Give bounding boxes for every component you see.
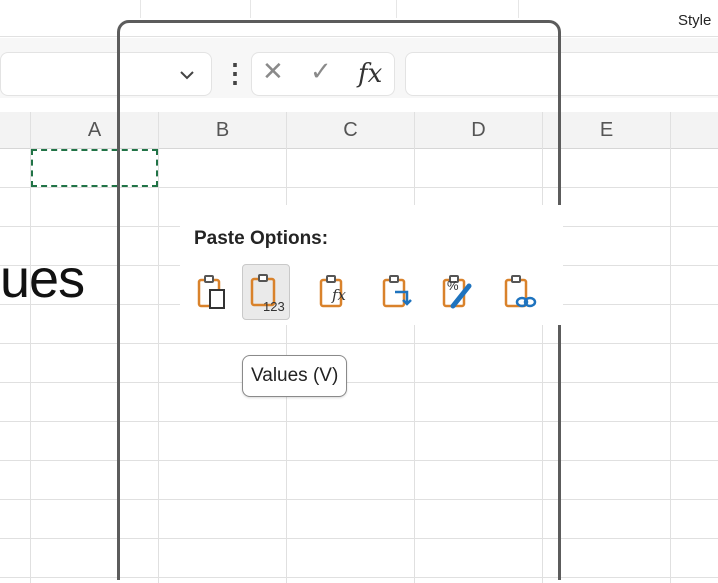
grid-line <box>0 538 718 539</box>
column-header-d[interactable]: D <box>415 112 542 148</box>
cancel-icon[interactable]: ✕ <box>262 57 284 87</box>
grid-line <box>0 577 718 578</box>
grid-line <box>0 421 718 422</box>
ribbon-separator <box>396 0 397 18</box>
ribbon-separator <box>518 0 519 18</box>
column-header-c[interactable]: C <box>287 112 414 148</box>
insert-function-icon[interactable]: fx <box>358 59 382 89</box>
grid-line <box>158 112 159 583</box>
paste-link-button[interactable] <box>495 264 543 320</box>
transpose-icon <box>382 275 412 308</box>
chevron-down-icon[interactable] <box>177 65 197 85</box>
formatting-label: % <box>447 278 459 293</box>
paste-options-title: Paste Options: <box>194 228 329 249</box>
ribbon-separator <box>140 0 141 18</box>
formulas-label: fx <box>332 286 347 304</box>
grid-line <box>0 499 718 500</box>
paste-values-button[interactable]: 123 <box>242 264 290 320</box>
formula-input[interactable] <box>405 52 718 96</box>
paste-formulas-button[interactable]: fx <box>310 264 358 320</box>
values-label: 123 <box>263 299 285 314</box>
link-icon <box>504 275 537 308</box>
name-box[interactable] <box>0 52 212 96</box>
column-header-b[interactable]: B <box>159 112 286 148</box>
cell-text: ues <box>0 249 85 309</box>
paste-icon <box>197 275 225 309</box>
more-options-icon[interactable]: ⋮ <box>222 58 248 89</box>
grid-line <box>0 187 718 188</box>
ribbon-separator <box>250 0 251 18</box>
formula-buttons: ✕ ✓ fx <box>251 52 395 96</box>
grid-line <box>542 112 543 583</box>
grid-line <box>0 460 718 461</box>
copied-cell-marquee[interactable] <box>31 149 158 187</box>
paste-options-menu: Paste Options: 123 fx % <box>181 206 562 324</box>
paste-formatting-button[interactable]: % <box>433 264 481 320</box>
enter-icon[interactable]: ✓ <box>310 57 332 87</box>
ribbon-area: Style <box>0 0 718 37</box>
tooltip: Values (V) <box>242 355 348 397</box>
column-header-a[interactable]: A <box>31 112 158 148</box>
column-header-e[interactable]: E <box>543 112 670 148</box>
paste-transpose-button[interactable] <box>373 264 421 320</box>
grid-line <box>0 343 718 344</box>
grid-line <box>414 112 415 583</box>
column-headers: A B C D E <box>0 112 718 149</box>
grid-line <box>286 112 287 583</box>
grid-line <box>670 112 671 583</box>
styles-group-label[interactable]: Style <box>678 12 711 29</box>
grid-line <box>0 382 718 383</box>
paste-button[interactable] <box>188 264 236 320</box>
